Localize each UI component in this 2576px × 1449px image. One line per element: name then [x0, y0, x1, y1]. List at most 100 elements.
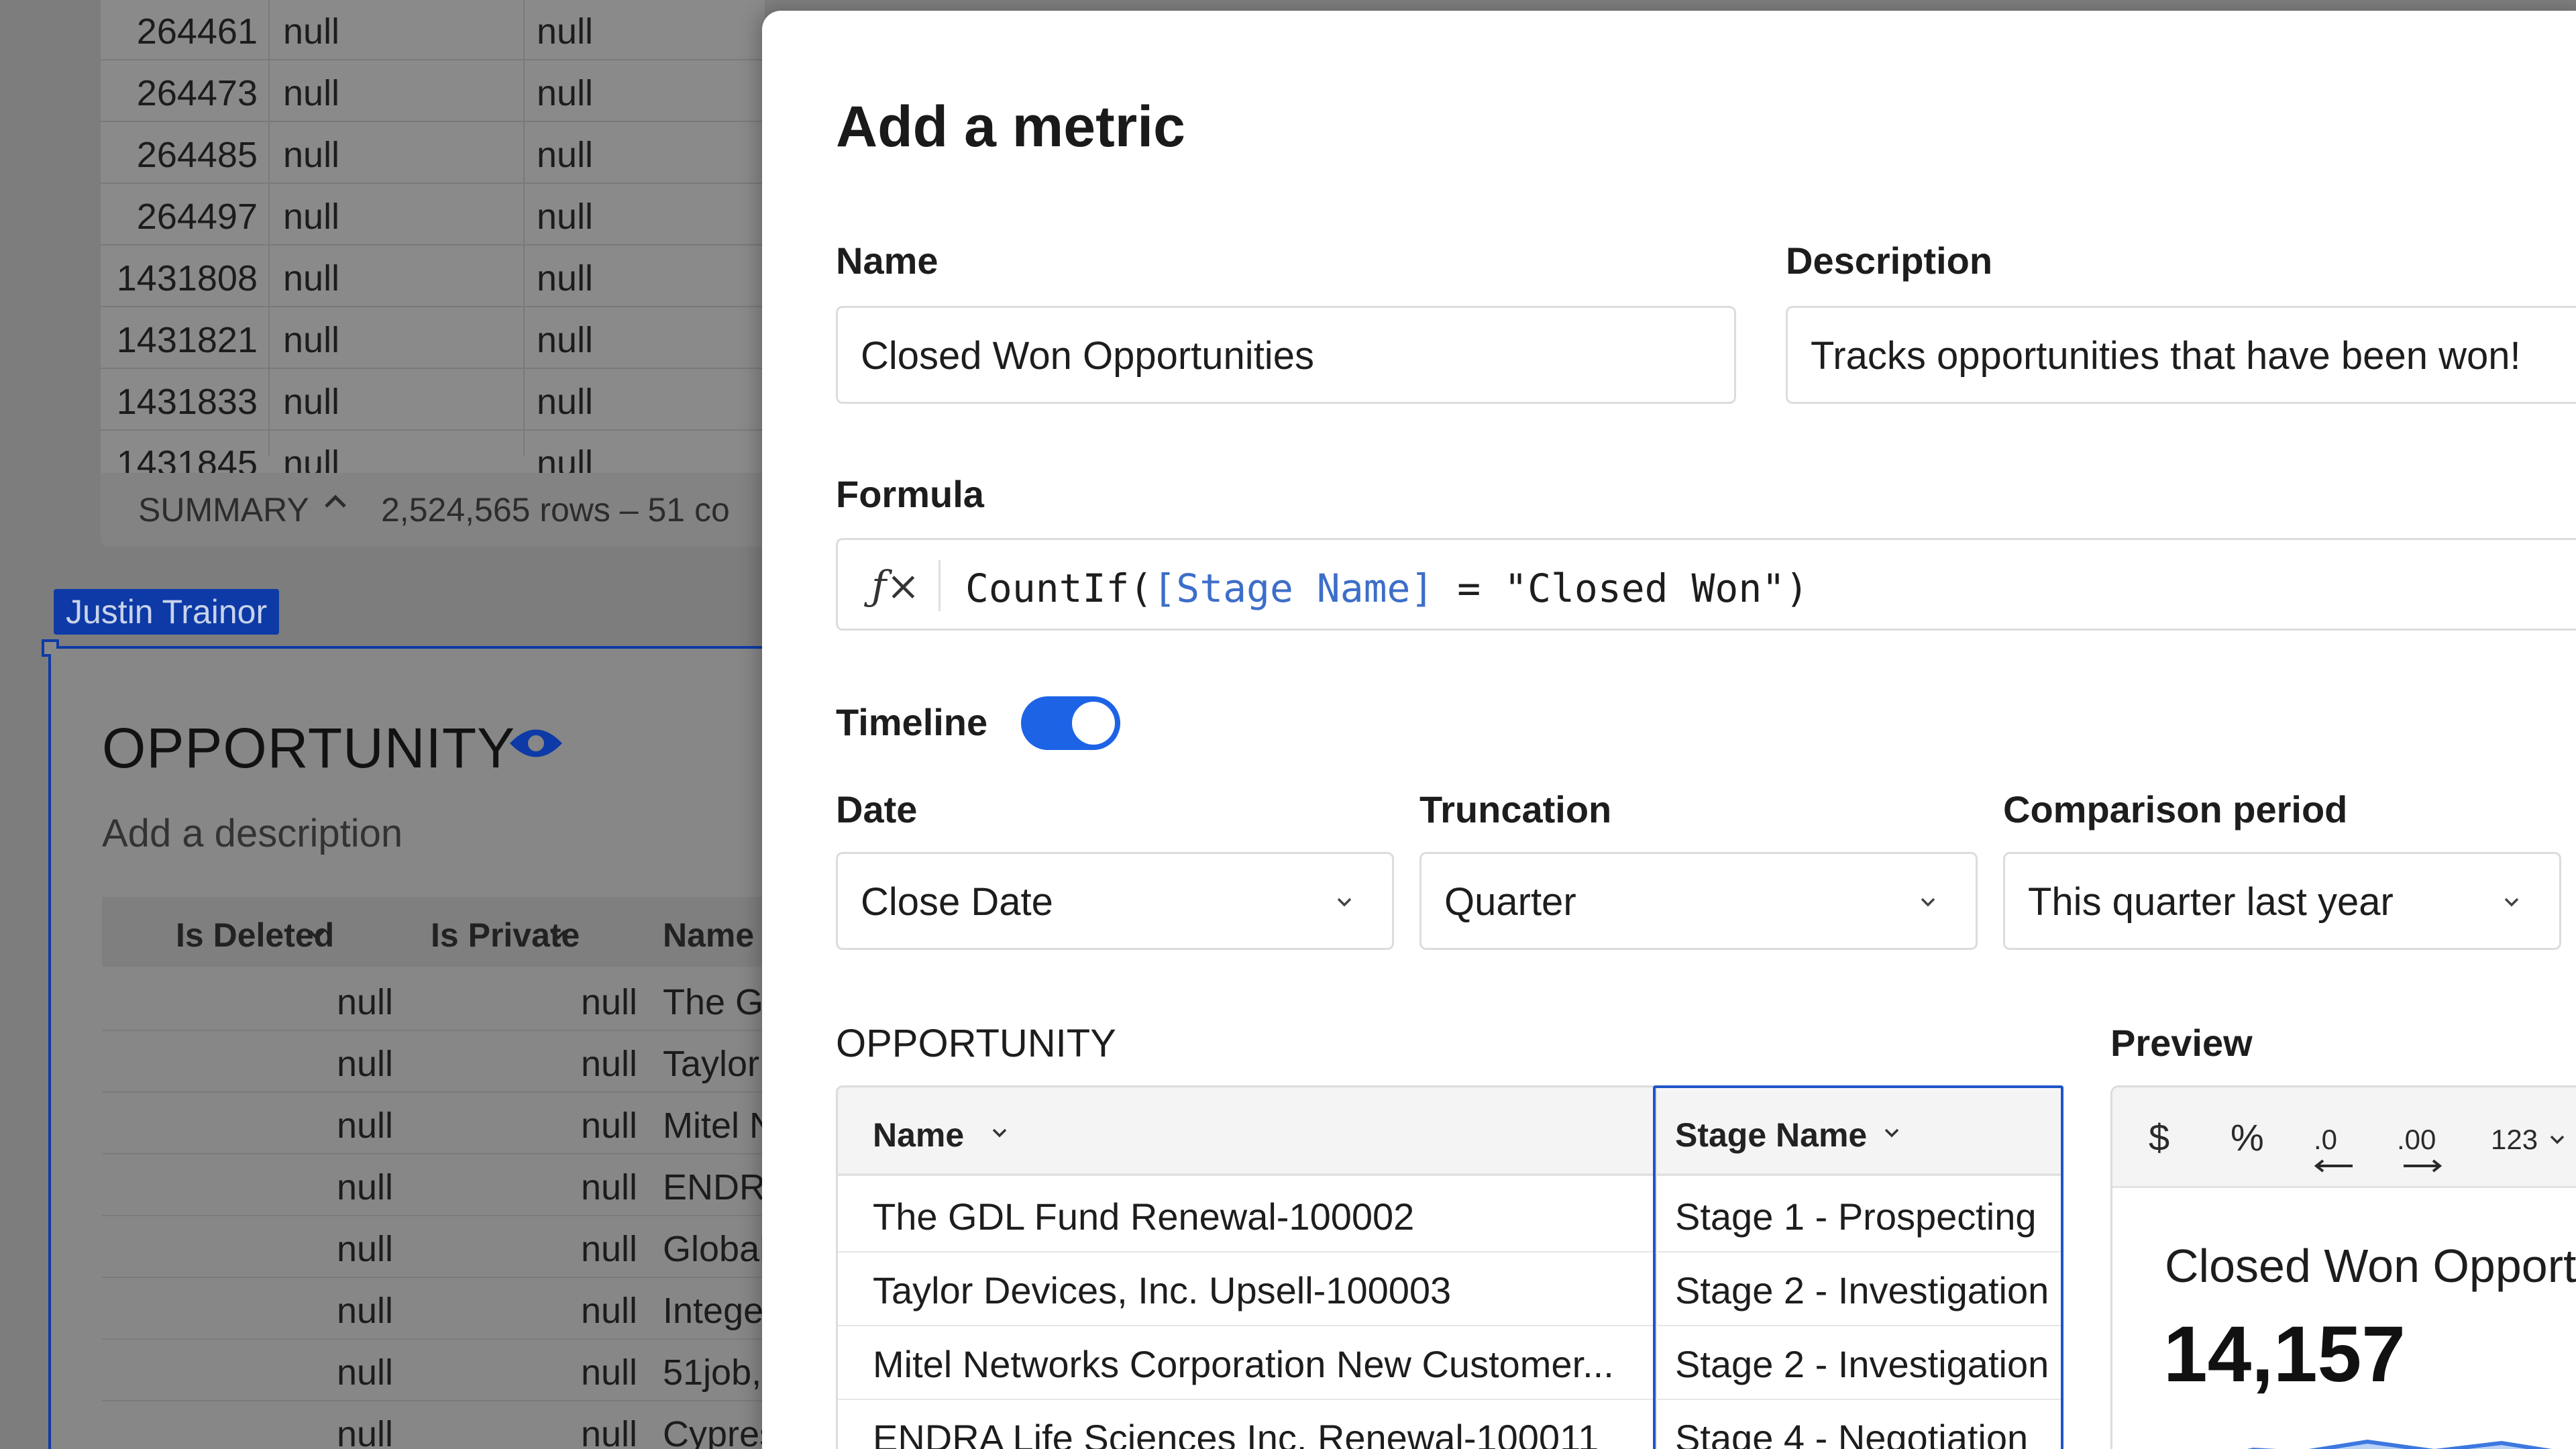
cell: null [283, 320, 340, 360]
cell: null [580, 1044, 637, 1084]
cell: null [283, 197, 340, 237]
increase-decimals-button[interactable]: .00 [2397, 1124, 2443, 1173]
element-title[interactable]: OPPORTUNITY [102, 716, 515, 781]
cell-stage: Stage 1 - Prospecting [1675, 1195, 2037, 1238]
cell: null [537, 258, 594, 299]
cell-stage: Stage 2 - Investigation [1675, 1343, 2049, 1385]
row-id: 264473 [136, 73, 258, 113]
table-row[interactable]: null null Taylor De [102, 1031, 765, 1093]
name-label: Name [836, 239, 938, 282]
source-data-table: Name Stage Name The GDL Fund Renewal-100… [836, 1085, 2063, 1449]
arrow-right-icon [2404, 1159, 2443, 1173]
chevron-down-icon[interactable] [1882, 1122, 1902, 1142]
divider [938, 560, 941, 611]
cell: null [537, 11, 594, 52]
table-row[interactable]: ENDRA Life Sciences Inc. Renewal-100011 … [838, 1400, 2061, 1449]
table-row[interactable]: 1431821 null null [101, 307, 765, 369]
column-header-name[interactable]: Name [873, 1116, 964, 1155]
decrease-decimals-button[interactable]: .0 [2314, 1124, 2353, 1173]
name-value: Closed Won Opportunities [861, 334, 1314, 378]
table-row[interactable]: Taylor Devices, Inc. Upsell-100003 Stage… [838, 1252, 2061, 1326]
percent-format-button[interactable]: % [2231, 1116, 2264, 1159]
timeline-toggle[interactable] [1021, 696, 1120, 750]
metric-preview: $ % .0 .00 123 Closed Won Opportunities … [2110, 1085, 2576, 1449]
add-metric-dialog: Add a metric Name Closed Won Opportuniti… [762, 11, 2576, 1449]
formula-column-ref: [Stage Name] [1152, 566, 1434, 611]
row-id: 1431821 [116, 320, 258, 360]
cell: null [283, 258, 340, 299]
decrease-decimals-label: .0 [2314, 1124, 2338, 1155]
cell: The GDL [663, 982, 765, 1022]
cell: Cypress [663, 1414, 765, 1449]
table-row[interactable]: 264473 null null [101, 60, 765, 122]
summary-bar[interactable]: SUMMARY 2,524,565 rows – 51 co [101, 473, 765, 547]
description-value: Tracks opportunities that have been won! [1811, 334, 2521, 378]
row-id: 264461 [136, 11, 258, 52]
cell: Taylor De [663, 1044, 765, 1084]
chevron-down-icon[interactable] [303, 917, 330, 956]
row-count: 2,524,565 rows – 51 co [381, 491, 730, 529]
column-header-stage-name[interactable]: Stage Name [1675, 1116, 1867, 1155]
format-toolbar: $ % .0 .00 123 [2112, 1087, 2576, 1188]
chevron-up-icon[interactable] [321, 486, 350, 525]
timeline-label: Timeline [836, 701, 988, 743]
table-row[interactable]: null null Integer H [102, 1278, 765, 1340]
function-icon: ƒ× [871, 563, 920, 610]
table-row[interactable]: 1431833 null null [101, 369, 765, 431]
preview-metric-value: 14,157 [2163, 1310, 2406, 1399]
cell: null [537, 320, 594, 360]
currency-format-button[interactable]: $ [2149, 1116, 2169, 1159]
table-row[interactable]: null null Cypress [102, 1401, 765, 1449]
element-description[interactable]: Add a description [102, 811, 402, 856]
chevron-down-icon [2550, 1135, 2565, 1144]
chevron-down-icon[interactable] [545, 917, 572, 956]
row-id: 264497 [136, 197, 258, 237]
cell: null [580, 1229, 637, 1269]
date-label: Date [836, 788, 918, 830]
eye-icon[interactable] [507, 721, 565, 765]
collaborator-tag: Justin Trainor [54, 589, 280, 635]
cell: null [283, 135, 340, 175]
column-header-name[interactable]: Name [663, 916, 754, 955]
element-opportunity[interactable]: OPPORTUNITY Add a description Is Deleted… [51, 649, 765, 1449]
number-format-button[interactable]: 123 [2491, 1124, 2565, 1156]
table-row[interactable]: null null 51job, Inc [102, 1340, 765, 1401]
description-input[interactable]: Tracks opportunities that have been won! [1786, 306, 2576, 404]
table-header: Name Stage Name [838, 1087, 2061, 1176]
table-row[interactable]: Mitel Networks Corporation New Customer.… [838, 1326, 2061, 1400]
cell: null [537, 382, 594, 422]
cell-stage: Stage 2 - Investigation [1675, 1269, 2049, 1311]
chevron-down-icon [1337, 898, 1352, 907]
table-row[interactable]: null null Global X [102, 1216, 765, 1278]
row-id: 1431833 [116, 382, 258, 422]
cell: null [580, 1414, 637, 1449]
truncation-select[interactable]: Quarter [1419, 852, 1978, 950]
cell: null [537, 197, 594, 237]
cell: 51job, Inc [663, 1352, 765, 1393]
cell-name: Taylor Devices, Inc. Upsell-100003 [873, 1269, 1452, 1311]
date-select[interactable]: Close Date [836, 852, 1394, 950]
cell-name: ENDRA Life Sciences Inc. Renewal-100011 [873, 1417, 1599, 1449]
table-row[interactable]: null null The GDL [102, 969, 765, 1031]
table-row[interactable]: null null Mitel Net [102, 1093, 765, 1155]
comparison-period-select[interactable]: This quarter last year [2003, 852, 2561, 950]
formula-text[interactable]: CountIf([Stage Name] = "Closed Won") [965, 566, 1809, 611]
formula-rest: = "Closed Won") [1434, 566, 1809, 611]
table-row[interactable]: null null ENDRA Li [102, 1155, 765, 1216]
chevron-down-icon[interactable] [989, 1122, 1010, 1142]
preview-label: Preview [2110, 1022, 2253, 1064]
table-row[interactable]: 264497 null null [101, 184, 765, 246]
table-row[interactable]: The GDL Fund Renewal-100002 Stage 1 - Pr… [838, 1179, 2061, 1252]
cell-stage: Stage 4 - Negotiation [1675, 1417, 2029, 1449]
data-table-top: 264461 null null 264473 null null 264485… [101, 0, 765, 547]
cell: null [580, 982, 637, 1022]
cell: Integer H [663, 1291, 765, 1331]
arrow-left-icon [2314, 1159, 2353, 1173]
name-input[interactable]: Closed Won Opportunities [836, 306, 1736, 404]
table-row[interactable]: 1431808 null null [101, 246, 765, 307]
truncation-value: Quarter [1444, 880, 1576, 924]
table-row[interactable]: 264485 null null [101, 122, 765, 184]
truncation-label: Truncation [1419, 788, 1612, 830]
table-row[interactable]: 264461 null null [101, 0, 765, 60]
formula-editor[interactable]: ƒ× CountIf([Stage Name] = "Closed Won") [836, 538, 2576, 631]
